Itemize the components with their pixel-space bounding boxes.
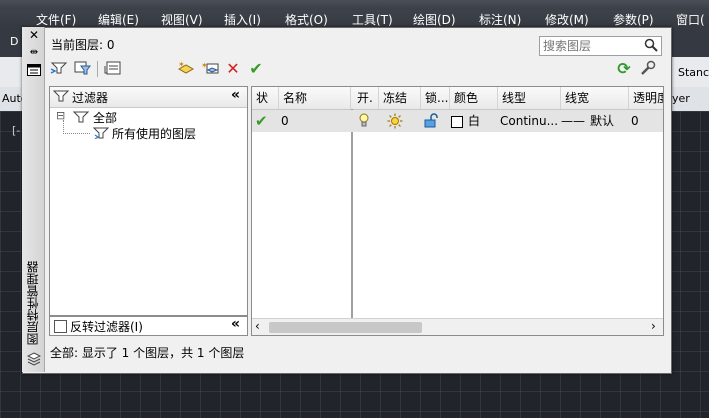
invert-filter-label: 反转过滤器(I) [70,320,143,334]
layer-lineweight-cell[interactable]: 默认 [590,110,614,132]
tree-item-all[interactable]: 全部 [93,109,117,126]
scrollbar-thumb[interactable] [269,322,422,333]
menu-parametric[interactable]: 参数(P) [613,11,654,28]
new-layer-icon[interactable]: ✶ [177,60,195,78]
set-current-icon[interactable]: ✔ [247,60,265,78]
layer-search-box[interactable] [539,36,662,56]
scroll-left-icon[interactable]: ‹ [255,319,260,333]
search-input[interactable] [543,38,641,54]
frozen-column-divider[interactable] [351,109,353,319]
close-icon[interactable]: ✕ [26,28,42,42]
current-layer-label: 当前图层: 0 [51,38,115,52]
column-name[interactable]: 名称 [279,87,351,109]
column-color[interactable]: 颜色 [450,87,498,109]
layer-unlock-icon[interactable] [424,113,438,135]
new-property-filter-icon[interactable] [50,60,68,78]
menu-file[interactable]: 文件(F) [36,11,76,28]
menu-bar: 文件(F) 编辑(E) 视图(V) 插入(I) 格式(O) 工具(T) 绘图(D… [0,10,709,27]
tree-line [63,120,65,134]
layer-states-manager-icon[interactable] [104,60,122,78]
column-lineweight[interactable]: 线宽 [561,87,629,109]
menu-insert[interactable]: 插入(I) [224,11,261,28]
layer-on-bulb-icon[interactable] [358,113,370,135]
new-group-filter-icon[interactable] [73,60,91,78]
filter-header-label: 过滤器 [72,91,109,105]
menu-window[interactable]: 窗口( [676,11,705,28]
layer-color-swatch[interactable] [451,116,463,128]
svg-text:✶: ✶ [178,60,185,69]
settings-wrench-icon[interactable] [639,60,657,78]
collapse-filter-panel-icon[interactable]: « [231,87,240,103]
layer-list-header: 状 名称 开. 冻结 锁... 颜色 线型 线宽 透明度 [252,87,663,110]
tree-item-all-used-layers[interactable]: 所有使用的图层 [112,125,196,142]
column-freeze[interactable]: 冻结 [379,87,421,109]
menu-dimension[interactable]: 标注(N) [479,11,521,28]
layer-name-cell[interactable]: 0 [281,110,289,132]
used-layers-filter-icon [92,126,110,142]
status-bar: 全部: 显示了 1 个图层，共 1 个图层 [44,342,664,364]
layer-count-status: 全部: 显示了 1 个图层，共 1 个图层 [50,346,245,360]
delete-layer-icon[interactable]: ✕ [224,60,242,78]
scroll-right-icon[interactable]: › [651,319,656,333]
column-lock[interactable]: 锁... [421,87,450,109]
auto-hide-icon[interactable]: ⇹ [26,46,42,60]
column-transparency[interactable]: 透明度 [629,87,663,109]
text-style-dropdown[interactable]: Stanc [678,66,709,79]
invert-filter-row: 反转过滤器(I) « [49,316,248,336]
filter-panel-header: 过滤器 « [50,87,247,108]
layer-thawed-sun-icon[interactable] [387,113,403,135]
table-row[interactable]: ✔ 0 白 Continu... —— 默认 0 [252,110,663,135]
tree-line [63,133,90,135]
palette-side-title: 图层特性管理器 [26,261,40,345]
all-filter-icon [72,110,90,126]
layer-transparency-cell[interactable]: 0 [631,110,639,132]
menu-modify[interactable]: 修改(M) [545,11,589,28]
column-linetype[interactable]: 线型 [498,87,561,109]
viewport-label[interactable]: [- [12,124,20,137]
column-status[interactable]: 状 [252,87,279,109]
layer-toolbar-label: yer [672,92,690,105]
menu-edit[interactable]: 编辑(E) [98,11,139,28]
collapse-filter-panel-bottom-icon[interactable]: « [231,316,240,332]
horizontal-scrollbar[interactable]: ‹ › [252,318,663,335]
app-title-bar [0,0,709,10]
column-on[interactable]: 开. [353,87,379,109]
search-icon[interactable] [644,38,658,55]
layer-linetype-cell[interactable]: Continu... [500,110,558,132]
lineweight-sample: —— [561,114,585,128]
menu-draw[interactable]: 绘图(D) [413,11,456,28]
toolbar-separator [97,61,98,77]
layers-stack-icon [26,352,42,366]
menu-view[interactable]: 视图(V) [161,11,203,28]
layer-list-panel: 状 名称 开. 冻结 锁... 颜色 线型 线宽 透明度 ✔ 0 白 Conti… [251,86,664,336]
invert-filter-checkbox[interactable] [54,320,67,333]
current-layer-check-icon: ✔ [255,112,268,130]
filter-header-icon [52,89,70,106]
menu-tools[interactable]: 工具(T) [352,11,393,28]
layer-color-name[interactable]: 白 [468,110,480,132]
refresh-icon[interactable]: ⟳ [615,60,633,78]
filter-tree-panel: 过滤器 « ⊟ 全部 所有使用的图层 [49,86,248,316]
svg-text:✶: ✶ [201,61,208,70]
new-layer-vp-frozen-icon[interactable]: ✶ [201,60,219,78]
properties-menu-icon[interactable] [26,64,42,78]
menu-format[interactable]: 格式(O) [285,11,328,28]
document-tab[interactable]: D [10,35,18,48]
